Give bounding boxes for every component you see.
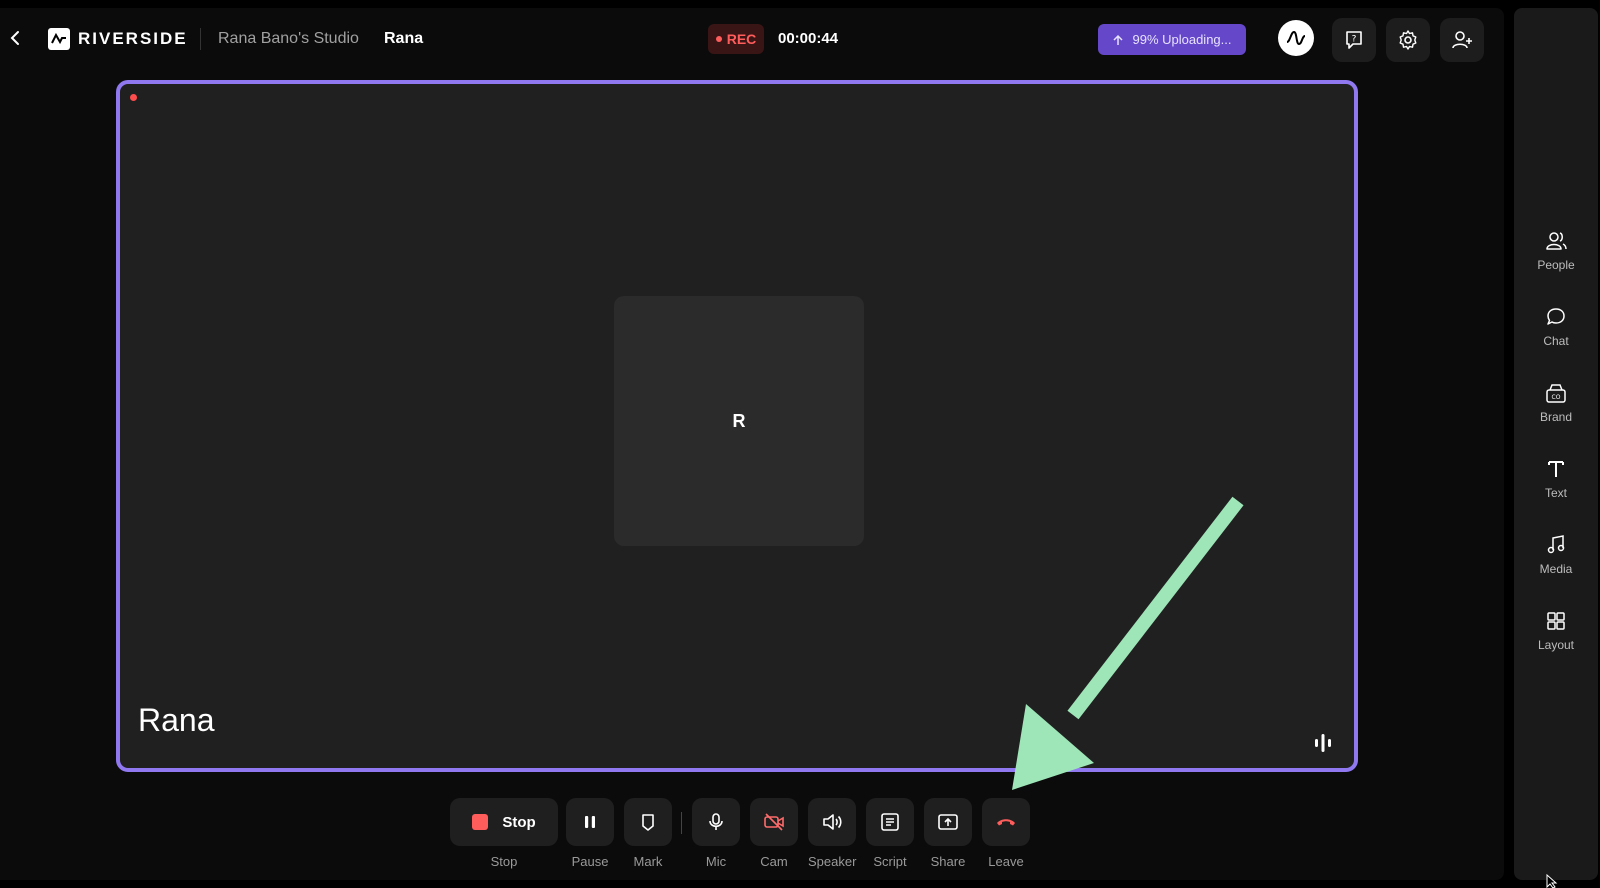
mic-label: Mic xyxy=(705,854,727,869)
sidebar-label-chat: Chat xyxy=(1543,334,1569,348)
stop-button[interactable]: Stop xyxy=(450,798,558,846)
script-control: Script xyxy=(866,798,914,869)
script-button[interactable] xyxy=(866,798,914,846)
rec-badge: REC xyxy=(708,24,764,54)
share-control: Share xyxy=(924,798,972,869)
mark-button[interactable] xyxy=(624,798,672,846)
sidebar-label-text: Text xyxy=(1544,486,1567,500)
mark-control: Mark xyxy=(624,798,672,869)
sidebar-item-brand[interactable]: CO Brand xyxy=(1514,382,1598,424)
share-screen-icon xyxy=(938,814,958,830)
hang-up-phone-icon xyxy=(997,819,1015,826)
add-person-icon xyxy=(1452,31,1472,49)
cam-label: Cam xyxy=(760,854,788,869)
leave-control: Leave xyxy=(982,798,1030,869)
rec-dot-icon xyxy=(715,36,722,42)
music-note-icon xyxy=(1547,535,1565,554)
pause-control: Pause xyxy=(566,798,614,869)
participant-name-label: Rana xyxy=(138,702,215,738)
pause-label: Pause xyxy=(571,854,609,869)
stop-button-label: Stop xyxy=(502,813,536,831)
sidebar-item-text[interactable]: Text xyxy=(1514,458,1598,500)
sidebar-label-layout: Layout xyxy=(1537,638,1575,652)
svg-text:?: ? xyxy=(1352,35,1357,45)
people-icon xyxy=(1546,232,1567,250)
help-button[interactable]: ? xyxy=(1332,18,1376,62)
microphone-icon xyxy=(709,813,723,830)
speaker-icon xyxy=(823,814,842,830)
chat-icon xyxy=(1547,308,1565,325)
studio-main: RIVERSIDE Rana Bano's Studio Rana REC 00… xyxy=(0,8,1504,880)
right-sidebar: People Chat CO Brand Text Media Layout xyxy=(1514,8,1598,880)
share-label: Share xyxy=(930,854,966,869)
gear-icon xyxy=(1399,30,1417,50)
speaker-label: Speaker xyxy=(808,854,857,869)
mic-button[interactable] xyxy=(692,798,740,846)
upload-status-button[interactable]: 99% Uploading... xyxy=(1098,24,1246,55)
pause-button[interactable] xyxy=(566,798,614,846)
top-bar: RIVERSIDE Rana Bano's Studio Rana REC 00… xyxy=(0,8,1504,70)
speaker-button[interactable] xyxy=(808,798,857,846)
camera-off-icon xyxy=(764,813,784,831)
sidebar-item-people[interactable]: People xyxy=(1514,230,1598,272)
invite-button[interactable] xyxy=(1440,18,1484,62)
brand-name: RIVERSIDE xyxy=(78,29,188,48)
logo-icon xyxy=(48,28,70,50)
upload-status-label: 99% Uploading... xyxy=(1132,32,1232,47)
riverside-logo[interactable]: RIVERSIDE xyxy=(48,28,188,50)
text-icon xyxy=(1548,461,1564,477)
arrow-up-icon xyxy=(1113,34,1124,45)
leave-label: Leave xyxy=(988,854,1024,869)
control-divider xyxy=(681,812,682,834)
leave-button[interactable] xyxy=(982,798,1030,846)
pause-icon xyxy=(585,816,595,828)
recording-timer: 00:00:44 xyxy=(778,30,839,47)
mic-control: Mic xyxy=(692,798,740,869)
share-button[interactable] xyxy=(924,798,972,846)
stop-square-icon xyxy=(472,814,489,830)
help-chat-icon: ? xyxy=(1346,31,1362,49)
speaker-control: Speaker xyxy=(808,798,856,869)
bookmark-shield-icon xyxy=(642,814,654,831)
wave-icon xyxy=(1286,30,1306,46)
sidebar-label-media: Media xyxy=(1539,562,1573,576)
stop-label: Stop xyxy=(490,854,518,869)
avatar-initial: R xyxy=(732,410,746,431)
back-chevron-icon[interactable] xyxy=(6,28,26,48)
rec-label: REC xyxy=(726,31,757,47)
control-bar: Stop Stop Pause Mark Mic Cam Speaker Scr… xyxy=(0,798,1504,878)
mark-label: Mark xyxy=(633,854,663,869)
grid-icon xyxy=(1547,612,1565,630)
audio-wave-button[interactable] xyxy=(1278,20,1314,56)
recording-indicator-dot xyxy=(130,94,137,101)
stop-control: Stop Stop xyxy=(450,798,558,869)
cam-control: Cam xyxy=(750,798,798,869)
participant-avatar: R xyxy=(614,296,864,546)
sidebar-item-media[interactable]: Media xyxy=(1514,534,1598,576)
cam-button[interactable] xyxy=(750,798,798,846)
settings-button[interactable] xyxy=(1386,18,1430,62)
sidebar-item-layout[interactable]: Layout xyxy=(1514,610,1598,652)
video-stage: R Rana xyxy=(116,80,1358,772)
audio-level-icon xyxy=(1315,734,1331,752)
script-document-icon xyxy=(881,813,899,831)
sidebar-item-chat[interactable]: Chat xyxy=(1514,306,1598,348)
brand-icon: CO xyxy=(1546,384,1566,403)
sidebar-label-brand: Brand xyxy=(1539,410,1573,424)
script-label: Script xyxy=(873,854,907,869)
studio-name: Rana Bano's Studio xyxy=(218,30,359,47)
user-name: Rana xyxy=(384,30,424,47)
mouse-cursor-icon xyxy=(1546,874,1558,888)
svg-text:CO: CO xyxy=(1552,394,1561,401)
sidebar-label-people: People xyxy=(1537,258,1575,272)
header-divider xyxy=(200,28,201,50)
